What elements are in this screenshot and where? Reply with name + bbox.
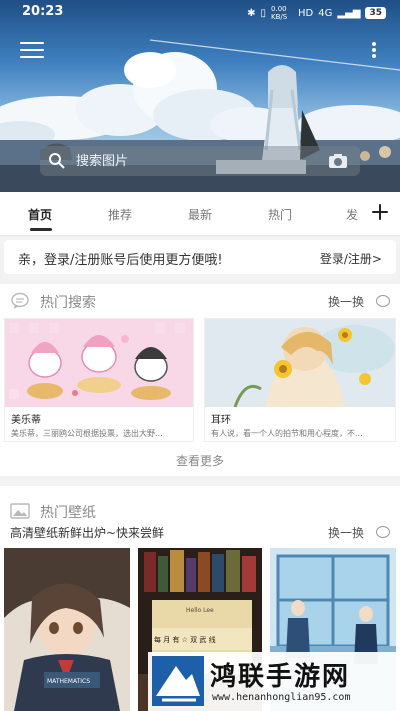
earring-girl-image: [205, 319, 395, 407]
hot-wallpaper-refresh-button[interactable]: 换一换: [328, 524, 364, 541]
my-melody-image: [5, 319, 193, 407]
card-title: 美乐蒂: [11, 415, 41, 426]
status-bar: 20:23 ✱ ▯ 0.00 KB/S HD 4G ▂▄▆ 35: [0, 0, 400, 24]
network-speed: 0.00 KB/S: [271, 5, 288, 21]
login-prompt-message: 亲，登录/注册账号后使用更方便哦!: [18, 253, 223, 268]
search-icon: [49, 153, 65, 169]
book-title-text: Hello Lee: [186, 607, 214, 614]
hot-search-title: 热门搜索: [40, 295, 96, 311]
signal-icon: ▂▄▆: [337, 7, 361, 19]
card-description: 有人说，看一个人的拍节和用心程度，不...: [211, 429, 363, 438]
hot-search-card[interactable]: 耳环 有人说，看一个人的拍节和用心程度，不...: [204, 318, 396, 442]
refresh-icon[interactable]: [376, 295, 390, 307]
login-prompt-banner[interactable]: 亲，登录/注册账号后使用更方便哦! 登录/注册>: [4, 240, 396, 274]
more-options-icon[interactable]: [372, 42, 378, 58]
site-watermark: 鸿联手游网 www.henanhonglian95.com: [148, 652, 400, 711]
tab-latest[interactable]: 最新: [188, 206, 212, 223]
search-bar[interactable]: [40, 146, 360, 176]
hd-icon: HD: [298, 7, 314, 19]
card-title: 耳环: [211, 415, 231, 426]
see-more-link[interactable]: 查看更多: [0, 452, 400, 469]
card-description: 美乐蒂，三丽鸥公司根据投票，选出大野...: [11, 429, 163, 438]
card-thumbnail: [205, 319, 395, 407]
tab-discover[interactable]: 发: [346, 206, 358, 223]
refresh-icon[interactable]: [376, 526, 390, 538]
watermark-url: www.henanhonglian95.com: [212, 692, 351, 703]
tab-recommend[interactable]: 推荐: [108, 206, 132, 223]
camera-icon[interactable]: [328, 153, 348, 169]
hot-search-header: 热门搜索 换一换: [0, 286, 400, 316]
hot-search-card[interactable]: 美乐蒂 美乐蒂，三丽鸥公司根据投票，选出大野...: [4, 318, 194, 442]
chat-bubble-icon: [11, 292, 29, 309]
hot-wallpaper-title: 热门壁纸: [40, 505, 96, 521]
hot-wallpaper-subtitle: 高清壁纸新鲜出炉~快来尝鲜: [10, 526, 165, 540]
network-type: 4G: [318, 7, 333, 19]
watermark-brand: 鸿联手游网: [210, 662, 351, 692]
login-register-link[interactable]: 登录/注册>: [320, 250, 382, 267]
anime-schoolgirl-image: MATHEMATICS: [4, 548, 130, 711]
tab-active-indicator: [30, 228, 52, 231]
status-time: 20:23: [22, 4, 64, 19]
vibrate-icon: ▯: [260, 7, 267, 19]
tab-popular[interactable]: 热门: [268, 206, 292, 223]
watermark-logo: [152, 656, 204, 706]
book-spine-text: 每 月 有 ☆ 双 武 线: [154, 635, 216, 644]
image-icon: [10, 503, 30, 519]
book-cover-text: MATHEMATICS: [47, 678, 90, 685]
battery-indicator: 35: [365, 7, 386, 19]
wallpaper-thumbnail[interactable]: MATHEMATICS: [4, 548, 130, 711]
hero-banner: 20:23 ✱ ▯ 0.00 KB/S HD 4G ▂▄▆ 35: [0, 0, 400, 192]
search-input[interactable]: [76, 150, 316, 172]
card-thumbnail: [5, 319, 193, 407]
hot-wallpaper-header: 热门壁纸: [0, 496, 400, 526]
bluetooth-icon: ✱: [247, 7, 256, 19]
tab-home[interactable]: 首页: [28, 206, 52, 223]
hot-search-refresh-button[interactable]: 换一换: [328, 293, 364, 310]
add-tab-icon[interactable]: [370, 202, 390, 222]
category-tabs: 首页 推荐 最新 热门 发: [0, 192, 400, 236]
hamburger-menu-icon[interactable]: [20, 42, 44, 58]
